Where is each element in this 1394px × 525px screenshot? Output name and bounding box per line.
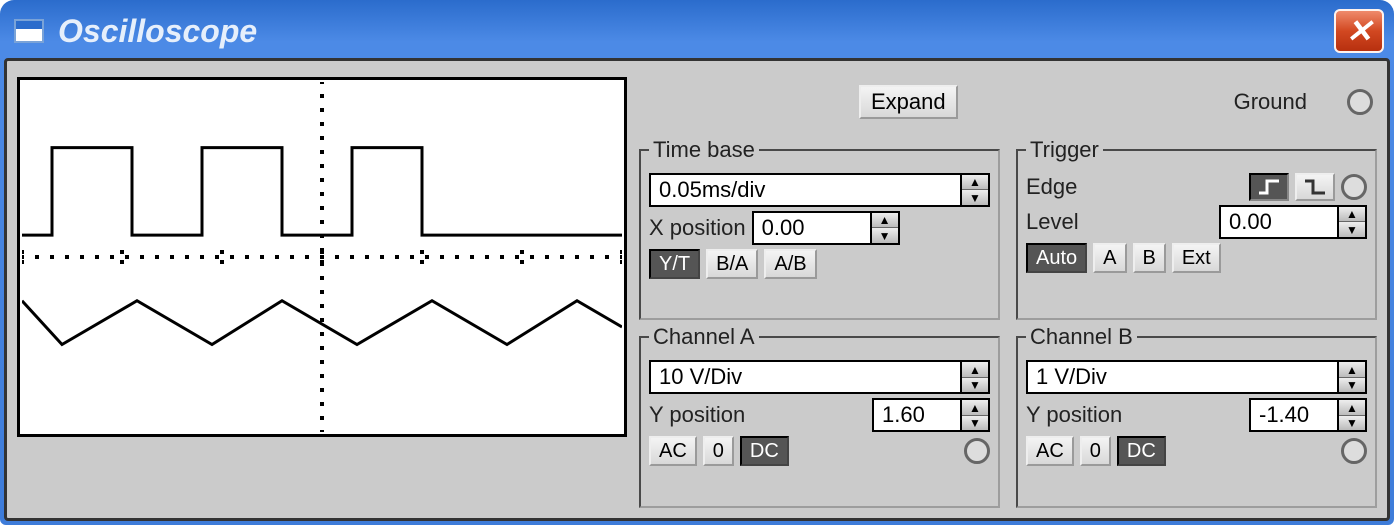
chb-ypos-input[interactable]: -1.40 [1249, 398, 1339, 432]
xpos-stepper[interactable]: ▲▼ [872, 211, 900, 245]
chb-ypos-label: Y position [1026, 402, 1122, 428]
xpos-label: X position [649, 215, 746, 241]
scope-display [17, 77, 627, 437]
ground-label: Ground [1234, 89, 1307, 115]
cha-ypos-stepper[interactable]: ▲▼ [962, 398, 990, 432]
channel-b-group: Channel B 1 V/Div ▲▼ Y position -1.40 ▲▼ [1016, 324, 1377, 508]
chb-ac-button[interactable]: AC [1026, 436, 1074, 466]
timebase-scale-stepper[interactable]: ▲▼ [962, 173, 990, 207]
expand-button[interactable]: Expand [859, 85, 958, 119]
chb-zero-button[interactable]: 0 [1080, 436, 1111, 466]
chb-dc-button[interactable]: DC [1117, 436, 1166, 466]
timebase-legend: Time base [649, 137, 759, 163]
level-label: Level [1026, 209, 1079, 235]
chb-scale-input[interactable]: 1 V/Div [1026, 360, 1339, 394]
timebase-scale-input[interactable]: 0.05ms/div [649, 173, 962, 207]
trigger-level-stepper[interactable]: ▲▼ [1339, 205, 1367, 239]
mode-ab-button[interactable]: A/B [764, 249, 816, 279]
cha-zero-button[interactable]: 0 [703, 436, 734, 466]
window-frame: Oscilloscope ✕ Expand Ground Time base [0, 0, 1394, 525]
title-bar[interactable]: Oscilloscope ✕ [4, 4, 1390, 58]
chb-scale-stepper[interactable]: ▲▼ [1339, 360, 1367, 394]
edge-radio[interactable] [1341, 174, 1367, 200]
trigger-a-button[interactable]: A [1093, 243, 1126, 273]
window-title: Oscilloscope [58, 13, 257, 50]
cha-ac-button[interactable]: AC [649, 436, 697, 466]
cha-ypos-label: Y position [649, 402, 745, 428]
cha-scale-input[interactable]: 10 V/Div [649, 360, 962, 394]
cha-radio[interactable] [964, 438, 990, 464]
edge-label: Edge [1026, 174, 1077, 200]
xpos-input[interactable]: 0.00 [752, 211, 872, 245]
cha-scale-stepper[interactable]: ▲▼ [962, 360, 990, 394]
ground-radio[interactable] [1347, 89, 1373, 115]
edge-rising-icon [1257, 179, 1281, 195]
client-area: Expand Ground Time base 0.05ms/div ▲▼ X … [4, 58, 1390, 521]
channel-a-group: Channel A 10 V/Div ▲▼ Y position 1.60 ▲▼ [639, 324, 1000, 508]
chb-ypos-stepper[interactable]: ▲▼ [1339, 398, 1367, 432]
timebase-group: Time base 0.05ms/div ▲▼ X position 0.00 … [639, 137, 1000, 321]
close-button[interactable]: ✕ [1334, 9, 1384, 53]
edge-falling-icon [1303, 179, 1327, 195]
channel-a-legend: Channel A [649, 324, 759, 350]
edge-falling-button[interactable] [1295, 173, 1335, 201]
channel-b-legend: Channel B [1026, 324, 1137, 350]
mode-ba-button[interactable]: B/A [706, 249, 758, 279]
trigger-group: Trigger Edge Level 0.00 [1016, 137, 1377, 321]
trigger-ext-button[interactable]: Ext [1172, 243, 1221, 273]
edge-rising-button[interactable] [1249, 173, 1289, 201]
trigger-legend: Trigger [1026, 137, 1103, 163]
cha-dc-button[interactable]: DC [740, 436, 789, 466]
app-icon [14, 19, 44, 43]
trigger-b-button[interactable]: B [1133, 243, 1166, 273]
chb-radio[interactable] [1341, 438, 1367, 464]
trigger-auto-button[interactable]: Auto [1026, 243, 1087, 273]
mode-yt-button[interactable]: Y/T [649, 249, 700, 279]
trigger-level-input[interactable]: 0.00 [1219, 205, 1339, 239]
cha-ypos-input[interactable]: 1.60 [872, 398, 962, 432]
close-icon: ✕ [1346, 12, 1373, 50]
